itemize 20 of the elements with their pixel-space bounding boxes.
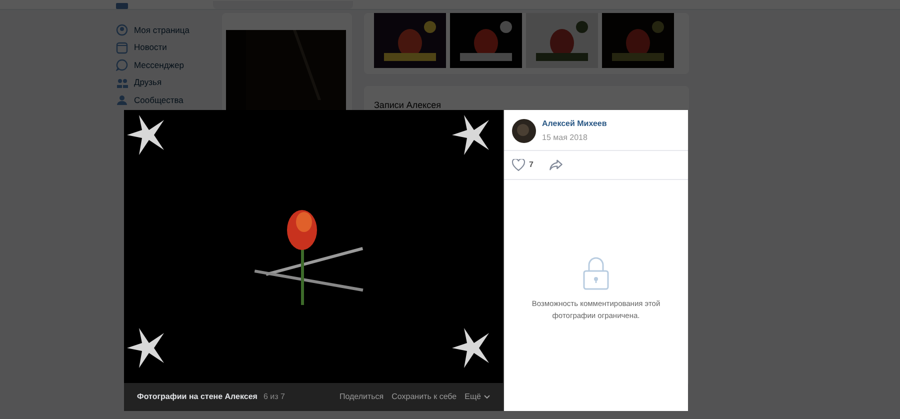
post-date: 15 мая 2018: [542, 132, 588, 144]
share-icon[interactable]: [549, 159, 564, 171]
action-link[interactable]: Сохранить к себе: [392, 391, 457, 403]
author-name[interactable]: Алексей Михеев: [542, 118, 607, 130]
lock-icon: [583, 256, 609, 290]
heart-icon: [512, 159, 525, 171]
photo-counter: 6 из 7: [263, 391, 285, 403]
wall-title: Записи Алексея: [374, 100, 442, 110]
menu-item-icon: [116, 24, 128, 36]
logo-icon[interactable]: [116, 3, 128, 9]
more-button[interactable]: Ещё: [464, 391, 490, 403]
menu-item-icon: [116, 94, 128, 106]
menu-item-icon: [116, 42, 128, 54]
album-title[interactable]: Фотографии на стене Алексея: [137, 391, 258, 403]
like-button[interactable]: 7: [512, 159, 534, 171]
action-link[interactable]: Поделиться: [339, 391, 384, 403]
menu-item-icon: [116, 76, 128, 88]
chevron-down-icon: [484, 395, 490, 399]
menu-item-icon: [116, 59, 128, 71]
avatar[interactable]: [512, 119, 536, 143]
